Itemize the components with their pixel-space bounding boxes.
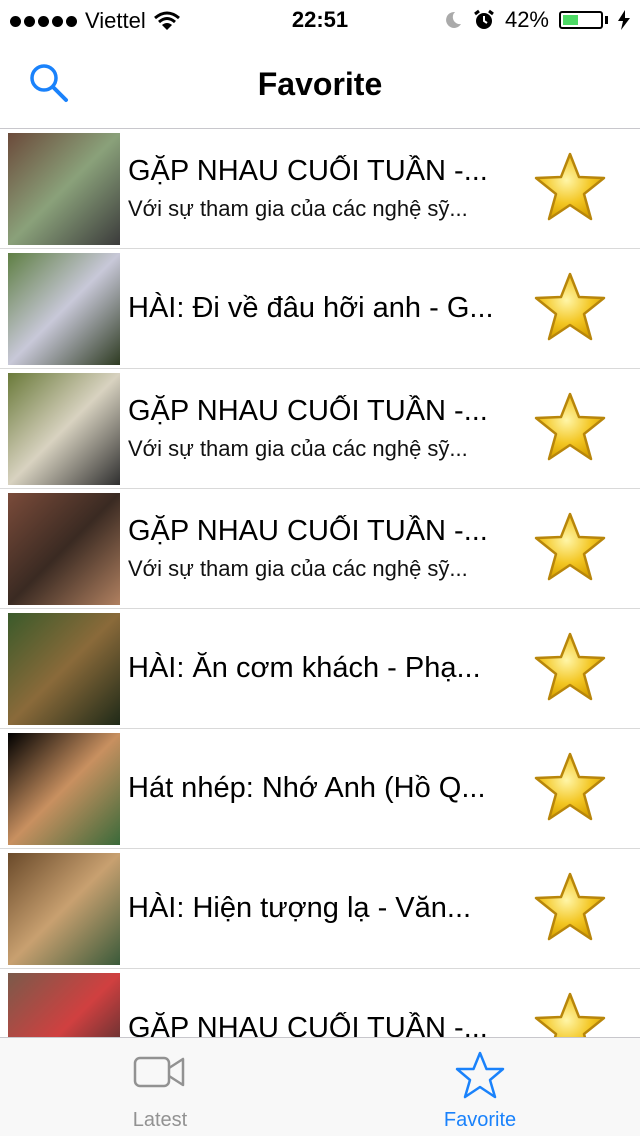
tab-latest[interactable]: Latest	[0, 1038, 320, 1136]
charging-bolt-icon	[618, 10, 630, 30]
list-item[interactable]: GẶP NHAU CUỐI TUẦN -... Với sự tham gia c…	[0, 129, 640, 249]
list-item[interactable]: GẶP NHAU CUỐI TUẦN -... Với sự tham gia c…	[0, 369, 640, 489]
list-item[interactable]: HÀI: Đi về đâu hỡi anh - G...	[0, 249, 640, 369]
item-title: HÀI: Ăn cơm khách - Phạ...	[128, 652, 481, 684]
status-right: 42%	[443, 7, 630, 33]
item-title: GẶP NHAU CUỐI TUẦN -...	[128, 395, 488, 427]
item-subtitle: Với sự tham gia của các nghệ sỹ...	[128, 556, 468, 581]
item-text: HÀI: Ăn cơm khách - Phạ...	[128, 609, 518, 728]
video-thumbnail	[8, 853, 120, 965]
favorite-star-icon[interactable]	[532, 631, 608, 703]
favorite-star-icon[interactable]	[532, 391, 608, 463]
video-camera-icon	[133, 1056, 185, 1088]
item-text: GẶP NHAU CUỐI TUẦN -... Với sự tham gia c…	[128, 489, 518, 608]
battery-icon	[559, 11, 603, 29]
battery-level	[563, 15, 579, 25]
item-text: GẶP NHAU CUỐI TUẦN -... Với sự tham gia c…	[128, 129, 518, 248]
item-title: HÀI: Đi về đâu hỡi anh - G...	[128, 292, 494, 324]
alarm-icon	[474, 9, 494, 29]
item-title: HÀI: Hiện tượng lạ - Văn...	[128, 892, 472, 924]
list-item[interactable]: GẶP NHAU CUỐI TUẦN -... Với sự tham gia c…	[0, 489, 640, 609]
battery-tip	[605, 16, 608, 24]
tab-favorite[interactable]: Favorite	[320, 1038, 640, 1136]
video-thumbnail	[8, 973, 120, 1037]
video-thumbnail	[8, 373, 120, 485]
video-thumbnail	[8, 133, 120, 245]
item-title: GẶP NHAU CUỐI TUẦN -...	[128, 1012, 488, 1037]
favorite-star-icon[interactable]	[532, 751, 608, 823]
favorite-star-icon[interactable]	[532, 511, 608, 583]
video-thumbnail	[8, 613, 120, 725]
item-title: GẶP NHAU CUỐI TUẦN -...	[128, 515, 488, 547]
list-item[interactable]: GẶP NHAU CUỐI TUẦN -...	[0, 969, 640, 1037]
tab-favorite-label: Favorite	[443, 1109, 517, 1131]
item-text: HÀI: Đi về đâu hỡi anh - G...	[128, 249, 518, 368]
star-outline-icon	[455, 1051, 505, 1099]
item-text: GẶP NHAU CUỐI TUẦN -... Với sự tham gia c…	[128, 369, 518, 488]
item-subtitle: Với sự tham gia của các nghệ sỹ...	[128, 196, 468, 221]
tab-latest-label: Latest	[132, 1109, 188, 1131]
video-thumbnail	[8, 733, 120, 845]
battery-percent: 42%	[504, 7, 549, 32]
item-text: GẶP NHAU CUỐI TUẦN -...	[128, 969, 518, 1037]
navigation-bar: Favorite	[0, 40, 640, 129]
list-item[interactable]: Hát nhép: Nhớ Anh (Hồ Q...	[0, 729, 640, 849]
item-title: Hát nhép: Nhớ Anh (Hồ Q...	[128, 772, 486, 804]
favorite-star-icon[interactable]	[532, 991, 608, 1037]
moon-icon	[446, 11, 461, 28]
page-title: Favorite	[257, 66, 383, 102]
tab-bar: Latest Favorite	[0, 1037, 640, 1136]
favorite-star-icon[interactable]	[532, 151, 608, 223]
video-thumbnail	[8, 253, 120, 365]
list-item[interactable]: HÀI: Ăn cơm khách - Phạ...	[0, 609, 640, 729]
video-thumbnail	[8, 493, 120, 605]
item-title: GẶP NHAU CUỐI TUẦN -...	[128, 155, 488, 187]
favorite-list[interactable]: GẶP NHAU CUỐI TUẦN -... Với sự tham gia c…	[0, 129, 640, 1037]
item-text: HÀI: Hiện tượng lạ - Văn...	[128, 849, 518, 968]
item-subtitle: Với sự tham gia của các nghệ sỹ...	[128, 436, 468, 461]
status-bar: Viettel 22:51 42%	[0, 0, 640, 40]
favorite-star-icon[interactable]	[532, 271, 608, 343]
list-item[interactable]: HÀI: Hiện tượng lạ - Văn...	[0, 849, 640, 969]
favorite-star-icon[interactable]	[532, 871, 608, 943]
item-text: Hát nhép: Nhớ Anh (Hồ Q...	[128, 729, 518, 848]
